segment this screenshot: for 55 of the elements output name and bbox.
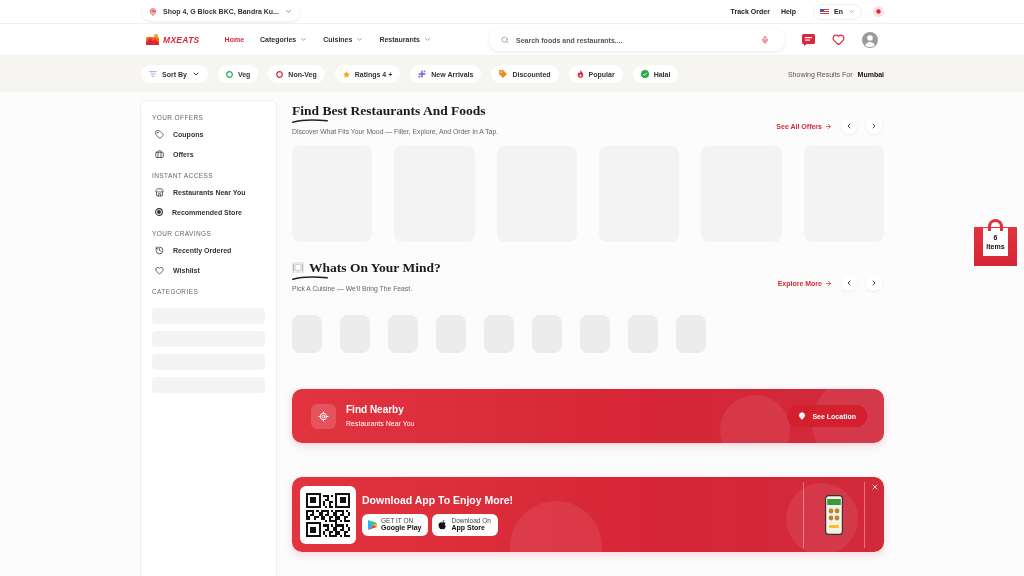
check-icon bbox=[640, 70, 649, 78]
chevron-right-icon bbox=[870, 279, 878, 287]
chevron-left-icon bbox=[845, 279, 853, 287]
logo-icon bbox=[146, 34, 159, 45]
arrow-right-icon bbox=[825, 122, 832, 130]
map-pin-icon bbox=[798, 412, 807, 420]
caret-icon bbox=[300, 36, 308, 43]
ring-icon bbox=[276, 70, 284, 78]
caret-icon bbox=[423, 36, 431, 43]
arrow-right-icon bbox=[825, 279, 832, 287]
apple-icon bbox=[438, 519, 448, 530]
caret-icon bbox=[848, 8, 855, 15]
tag-icon bbox=[155, 129, 164, 139]
close-button[interactable] bbox=[870, 482, 879, 491]
mic-icon[interactable] bbox=[761, 35, 769, 44]
map-pin-icon bbox=[149, 7, 157, 16]
play-icon bbox=[368, 519, 377, 530]
dot-icon[interactable] bbox=[873, 6, 884, 17]
section-title: Whats On Your Mind? bbox=[309, 260, 441, 275]
history-icon bbox=[155, 245, 164, 255]
section-title: Find Best Restaurants And Foods bbox=[292, 103, 486, 118]
briefcase-icon bbox=[155, 149, 164, 159]
qr-code-icon bbox=[300, 485, 356, 544]
next-button[interactable] bbox=[866, 275, 882, 291]
squiggle-icon bbox=[292, 119, 328, 123]
heart-icon[interactable] bbox=[832, 33, 845, 46]
sparkles-icon bbox=[418, 70, 427, 78]
disc-icon bbox=[155, 208, 163, 216]
search-icon bbox=[501, 35, 509, 44]
heart-icon bbox=[155, 265, 164, 275]
avatar-icon[interactable] bbox=[862, 31, 878, 48]
filter-icon bbox=[149, 70, 157, 78]
ring-icon bbox=[225, 70, 233, 78]
tag-icon bbox=[499, 70, 508, 78]
caret-icon bbox=[284, 8, 292, 15]
flame-icon bbox=[576, 70, 584, 78]
squiggle-icon bbox=[292, 276, 328, 280]
caret-icon bbox=[191, 70, 200, 78]
close-icon bbox=[870, 482, 879, 491]
flag-icon bbox=[820, 8, 830, 15]
previous-button[interactable] bbox=[841, 118, 857, 134]
star-icon bbox=[342, 70, 350, 78]
plate-icon bbox=[292, 262, 304, 273]
chat-icon[interactable] bbox=[802, 33, 815, 46]
chevron-right-icon bbox=[870, 122, 878, 130]
logo-text[interactable]: MXEATS bbox=[163, 34, 200, 45]
phone-icon bbox=[825, 494, 843, 535]
locate-icon bbox=[311, 403, 336, 429]
next-button[interactable] bbox=[866, 118, 882, 134]
banner-title: Download App To Enjoy More! bbox=[362, 493, 514, 507]
banner-title: Find Nearby bbox=[346, 404, 405, 416]
store-icon bbox=[155, 187, 164, 197]
previous-button[interactable] bbox=[841, 275, 857, 291]
caret-icon bbox=[356, 36, 364, 43]
chevron-left-icon bbox=[845, 122, 853, 130]
